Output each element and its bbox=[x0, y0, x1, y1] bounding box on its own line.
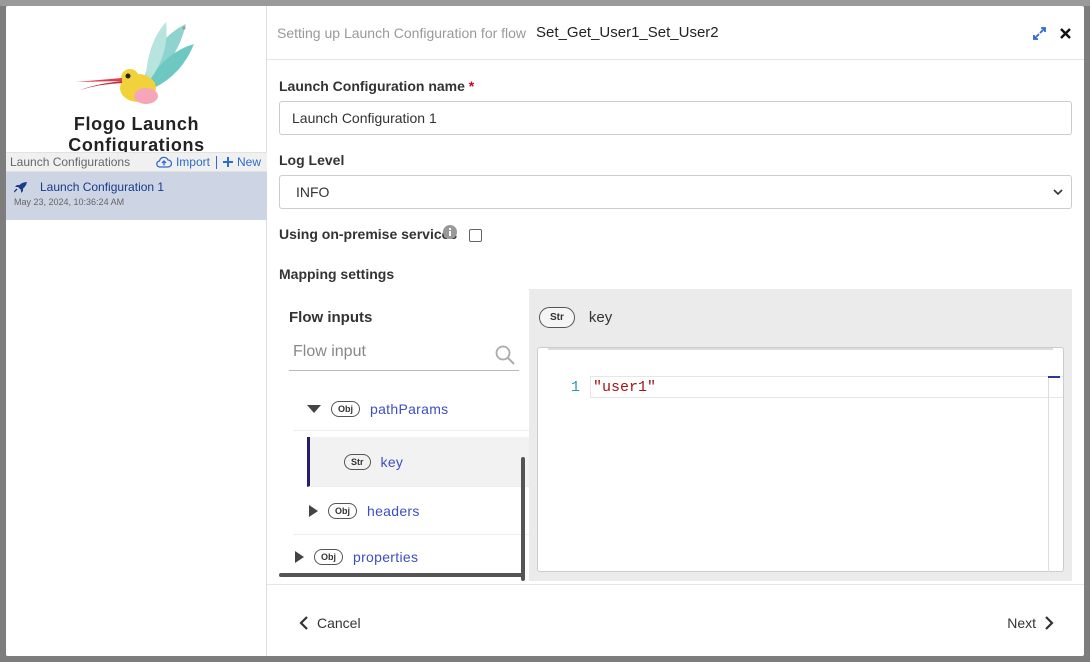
chevron-down-icon bbox=[1053, 189, 1063, 196]
collapse-icon[interactable] bbox=[307, 404, 321, 413]
cloud-upload-icon bbox=[156, 156, 172, 168]
log-level-select[interactable]: INFO bbox=[279, 175, 1072, 209]
chevron-left-icon bbox=[299, 616, 308, 630]
close-icon bbox=[1059, 27, 1071, 39]
config-name-input[interactable] bbox=[279, 101, 1072, 135]
mapping-settings: Flow inputs Flow input Obj pathParams St… bbox=[279, 289, 1072, 581]
import-button[interactable]: Import bbox=[156, 155, 210, 169]
expand-button[interactable] bbox=[1032, 26, 1046, 40]
search-placeholder: Flow input bbox=[293, 343, 366, 360]
next-button[interactable]: Next bbox=[1007, 615, 1054, 631]
mapping-settings-label: Mapping settings bbox=[279, 266, 395, 282]
flow-inputs-title: Flow inputs bbox=[289, 309, 373, 326]
log-level-label: Log Level bbox=[279, 152, 345, 168]
new-label: New bbox=[236, 155, 261, 169]
tree-item-label: properties bbox=[353, 548, 419, 565]
vertical-scrollbar[interactable] bbox=[521, 457, 525, 581]
import-label: Import bbox=[175, 155, 210, 169]
cancel-button[interactable]: Cancel bbox=[299, 615, 361, 631]
panel-header: Setting up Launch Configuration for flow… bbox=[267, 6, 1084, 60]
rocket-icon bbox=[14, 182, 27, 193]
modal-footer: Cancel Next bbox=[267, 584, 1084, 656]
flow-input-search[interactable]: Flow input bbox=[289, 337, 519, 371]
editor-header: Str key bbox=[539, 307, 612, 328]
plus-icon bbox=[222, 157, 233, 167]
editor-top-rule bbox=[548, 348, 1053, 350]
search-icon bbox=[495, 345, 515, 365]
tree-item-properties[interactable]: Obj properties bbox=[279, 537, 525, 577]
horizontal-scrollbar[interactable] bbox=[279, 573, 525, 577]
tree-item-pathparams[interactable]: Obj pathParams bbox=[293, 387, 529, 431]
mapping-editor-pane: Str key 1 "user1" bbox=[529, 289, 1072, 581]
expand-icon[interactable] bbox=[295, 550, 304, 563]
cancel-label: Cancel bbox=[317, 615, 361, 631]
chevron-right-icon bbox=[1045, 616, 1054, 630]
type-pill: Obj bbox=[314, 548, 343, 565]
header-prefix: Setting up Launch Configuration for flow bbox=[277, 24, 527, 41]
close-button[interactable] bbox=[1058, 26, 1072, 40]
tree-item-headers[interactable]: Obj headers bbox=[293, 487, 529, 535]
expand-icon[interactable] bbox=[309, 504, 318, 517]
tree-item-label: headers bbox=[367, 502, 420, 519]
header-divider bbox=[215, 155, 217, 169]
config-panel: Setting up Launch Configuration for flow… bbox=[267, 6, 1084, 656]
editor-cursor-marker bbox=[1048, 376, 1060, 378]
log-level-value: INFO bbox=[296, 184, 330, 200]
next-label: Next bbox=[1007, 615, 1036, 631]
launch-config-item-date: May 23, 2024, 10:36:24 AM bbox=[14, 197, 125, 207]
type-pill: Str bbox=[539, 307, 575, 328]
new-button[interactable]: New bbox=[222, 155, 261, 169]
name-label-text: Launch Configuration name bbox=[279, 78, 465, 94]
tree-item-label: key bbox=[380, 453, 404, 470]
flow-inputs-panel: Flow inputs Flow input Obj pathParams St… bbox=[279, 289, 529, 581]
type-pill: Obj bbox=[331, 400, 360, 417]
code-editor[interactable]: 1 "user1" bbox=[537, 347, 1064, 572]
editor-margin-line bbox=[1048, 376, 1049, 572]
type-pill: Str bbox=[344, 453, 371, 470]
on-premise-checkbox[interactable] bbox=[469, 229, 482, 242]
line-number: 1 bbox=[570, 378, 580, 396]
flow-name: Set_Get_User1_Set_User2 bbox=[536, 24, 719, 41]
list-header-label: Launch Configurations bbox=[10, 155, 131, 169]
launch-config-item[interactable]: Launch Configuration 1 May 23, 2024, 10:… bbox=[6, 172, 267, 220]
tree-item-label: pathParams bbox=[370, 400, 449, 417]
info-icon[interactable] bbox=[443, 225, 457, 239]
launch-config-item-name: Launch Configuration 1 bbox=[40, 180, 165, 194]
editor-key: key bbox=[588, 309, 613, 326]
tree-item-key[interactable]: Str key bbox=[307, 437, 529, 487]
app-title: Flogo Launch Configurations bbox=[68, 114, 205, 155]
name-field-label: Launch Configuration name * bbox=[279, 78, 474, 94]
code-value: "user1" bbox=[593, 378, 657, 396]
on-premise-label: Using on-premise services bbox=[279, 226, 458, 242]
required-mark: * bbox=[468, 78, 475, 94]
launch-config-modal: Flogo Launch Configurations Launch Confi… bbox=[6, 6, 1084, 656]
flogo-logo bbox=[66, 18, 196, 108]
expand-icon bbox=[1032, 26, 1046, 40]
code-text[interactable]: "user1" bbox=[590, 376, 1063, 398]
launch-config-list-header: Launch Configurations Import New bbox=[6, 152, 267, 172]
type-pill: Obj bbox=[328, 502, 357, 519]
sidebar: Flogo Launch Configurations Launch Confi… bbox=[6, 6, 267, 656]
editor-line[interactable]: 1 "user1" bbox=[538, 376, 1063, 398]
